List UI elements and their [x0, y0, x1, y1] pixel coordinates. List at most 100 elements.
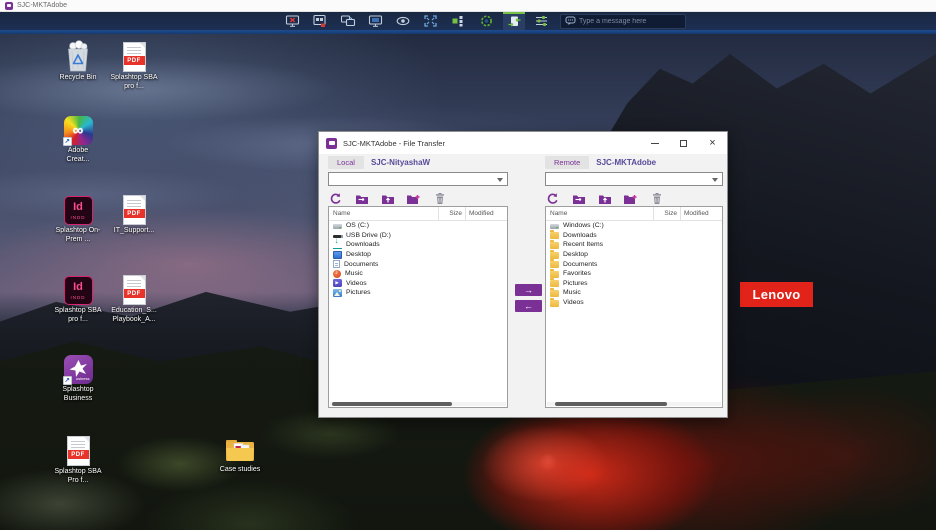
fit-to-screen-button[interactable]: [420, 12, 442, 30]
host-titlebar[interactable]: SJC-MKTAdobe: [0, 0, 936, 12]
pdf-file-icon: PDF: [123, 42, 146, 72]
chat-input-box[interactable]: [560, 14, 686, 29]
desktop-icon-pdf-sba-pro[interactable]: PDF Splashtop SBA pro f...: [105, 38, 163, 91]
close-button[interactable]: [698, 132, 727, 154]
file-row[interactable]: Documents: [329, 259, 507, 269]
disconnect-button[interactable]: [281, 12, 303, 30]
desktop-icon-splashtop-business[interactable]: usiness Splashtop Business: [49, 350, 107, 403]
file-row[interactable]: USB Drive (D:): [329, 231, 507, 241]
parent-folder-button[interactable]: [597, 192, 612, 206]
scrollbar-thumb[interactable]: [332, 402, 452, 406]
remote-path-combobox[interactable]: [545, 172, 723, 186]
view-options-button[interactable]: [392, 12, 414, 30]
desktop-icon-label: Splashtop SBA Pro f...: [49, 468, 107, 485]
desktop-icon-adobe-cc[interactable]: ∞ Adobe Creat...: [49, 111, 107, 164]
file-name: Videos: [563, 299, 584, 306]
file-row[interactable]: Videos: [329, 279, 507, 289]
desktop-icon-label: Recycle Bin: [60, 74, 97, 83]
file-row[interactable]: Downloads: [329, 240, 507, 250]
switch-monitor-button[interactable]: [337, 12, 359, 30]
desktop-icon-case-studies[interactable]: Case studies: [206, 434, 274, 475]
file-row[interactable]: Desktop: [546, 250, 722, 260]
desktop-icon-label: Splashtop SBA pro f...: [49, 307, 107, 324]
desktop-icon-label: Case studies: [220, 466, 260, 475]
open-folder-button[interactable]: [571, 192, 586, 206]
splashtop-business-icon: usiness: [64, 355, 93, 384]
full-screen-button[interactable]: [364, 12, 386, 30]
file-row[interactable]: Music: [546, 288, 722, 298]
remote-pane: Remote SJC-MKTAdobe: [545, 154, 723, 408]
file-row[interactable]: Downloads: [546, 231, 722, 241]
scrollbar-thumb[interactable]: [555, 402, 667, 406]
file-row[interactable]: Recent Items: [546, 240, 722, 250]
column-modified[interactable]: Modified: [465, 207, 507, 220]
file-row[interactable]: Windows (C:): [546, 221, 722, 231]
recycle-bin-icon: [64, 40, 92, 72]
column-name[interactable]: Name: [329, 210, 438, 217]
transfer-to-local-button[interactable]: [515, 300, 542, 312]
pdf-file-icon: PDF: [123, 195, 146, 225]
session-recording-button[interactable]: [475, 12, 497, 30]
new-folder-button[interactable]: [406, 192, 421, 206]
refresh-icon: [329, 192, 342, 205]
refresh-button[interactable]: [545, 192, 560, 206]
file-name: Windows (C:): [563, 222, 604, 229]
folder-icon: [550, 252, 559, 259]
dialog-titlebar[interactable]: SJC-MKTAdobe - File Transfer: [319, 132, 727, 154]
delete-button[interactable]: [432, 192, 447, 206]
resolution-button[interactable]: [448, 12, 470, 30]
documents-icon: [333, 260, 340, 268]
session-toolbar: [0, 12, 936, 30]
column-name[interactable]: Name: [546, 210, 653, 217]
refresh-button[interactable]: [328, 192, 343, 206]
desktop-icon-label: Splashtop On-Prem ...: [49, 227, 107, 244]
delete-button[interactable]: [649, 192, 664, 206]
splashtop-app-icon: [5, 2, 13, 10]
open-folder-button[interactable]: [354, 192, 369, 206]
ctrl-alt-del-button[interactable]: [309, 12, 331, 30]
folder-up-icon: [381, 193, 395, 205]
desktop-icon-label: Splashtop Business: [49, 386, 107, 403]
list-header[interactable]: Name Size Modified: [546, 207, 722, 221]
toolbar-accent-strip: [0, 30, 936, 34]
new-folder-button[interactable]: [623, 192, 638, 206]
file-row[interactable]: Desktop: [329, 250, 507, 260]
file-row[interactable]: Pictures: [546, 279, 722, 289]
file-name: Music: [563, 289, 581, 296]
desktop-icon-pdf-education[interactable]: PDF Education_S... Playbook_A...: [105, 271, 163, 324]
desktop-icon-indd-sba-pro[interactable]: Id INDD Splashtop SBA pro f...: [49, 271, 107, 324]
column-modified[interactable]: Modified: [680, 207, 722, 220]
file-name: Documents: [344, 261, 378, 268]
parent-folder-button[interactable]: [380, 192, 395, 206]
file-row[interactable]: Music: [329, 269, 507, 279]
file-row[interactable]: Documents: [546, 259, 722, 269]
chat-message-input[interactable]: [579, 18, 679, 25]
list-header[interactable]: Name Size Modified: [329, 207, 507, 221]
horizontal-scrollbar[interactable]: [330, 402, 506, 406]
column-size[interactable]: Size: [438, 207, 465, 220]
desktop-icon-indd-onprem[interactable]: Id INDD Splashtop On-Prem ...: [49, 191, 107, 244]
file-row[interactable]: Pictures: [329, 288, 507, 298]
local-file-list: Name Size Modified OS (C:) USB Drive (D:…: [328, 206, 508, 408]
column-size[interactable]: Size: [653, 207, 680, 220]
file-row[interactable]: Favorites: [546, 269, 722, 279]
file-row[interactable]: OS (C:): [329, 221, 507, 231]
settings-button[interactable]: [531, 12, 553, 30]
maximize-button[interactable]: [669, 132, 698, 154]
videos-icon: [333, 279, 342, 287]
transfer-to-remote-button[interactable]: [515, 284, 542, 296]
horizontal-scrollbar[interactable]: [547, 402, 721, 406]
file-name: Videos: [346, 280, 367, 287]
local-path-combobox[interactable]: [328, 172, 508, 186]
minimize-button[interactable]: [640, 132, 669, 154]
file-row[interactable]: Videos: [546, 298, 722, 308]
desktop-icon-recycle-bin[interactable]: Recycle Bin: [49, 38, 107, 83]
file-transfer-button[interactable]: [503, 12, 525, 30]
desktop-icon-pdf-sba-pro-2[interactable]: PDF Splashtop SBA Pro f...: [49, 432, 107, 485]
minimize-icon: [651, 143, 659, 144]
pdf-file-icon: PDF: [67, 436, 90, 466]
folder-plus-icon: [406, 192, 421, 205]
music-icon: [333, 270, 341, 278]
desktop-icon-pdf-it-support[interactable]: PDF IT_Support...: [105, 191, 163, 236]
splashtop-app-icon: [326, 138, 337, 149]
